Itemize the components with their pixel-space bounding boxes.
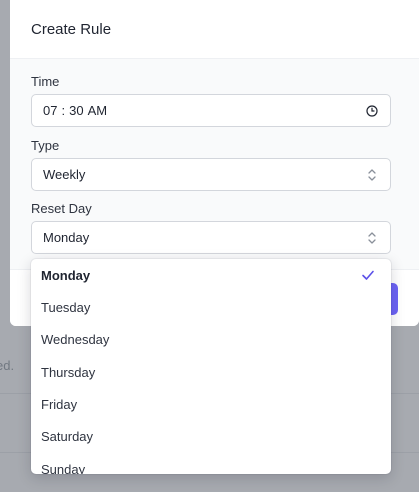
- option-label: Monday: [41, 267, 91, 283]
- option-wednesday[interactable]: Wednesday: [31, 323, 391, 355]
- time-label: Time: [31, 74, 60, 89]
- option-label: Wednesday: [41, 331, 110, 347]
- option-saturday[interactable]: Saturday: [31, 420, 391, 452]
- option-thursday[interactable]: Thursday: [31, 356, 391, 388]
- option-monday[interactable]: Monday: [31, 259, 391, 291]
- reset-day-label: Reset Day: [31, 201, 92, 216]
- option-label: Tuesday: [41, 299, 91, 315]
- option-tuesday[interactable]: Tuesday: [31, 291, 391, 323]
- modal-title: Create Rule: [31, 20, 112, 38]
- reset-day-dropdown: Monday Tuesday Wednesday Thursday Friday…: [31, 259, 391, 474]
- option-label: Sunday: [41, 461, 86, 475]
- time-period[interactable]: AM: [88, 103, 108, 118]
- type-select[interactable]: Weekly: [31, 158, 391, 191]
- option-label: Friday: [41, 396, 78, 412]
- reset-day-value: Monday: [43, 230, 90, 245]
- reset-day-select[interactable]: Monday: [31, 221, 391, 254]
- time-input[interactable]: 07:30 AM: [31, 94, 391, 127]
- chevron-updown-icon: [365, 168, 379, 182]
- time-value: 07:30 AM: [43, 103, 108, 118]
- modal-header: Create Rule: [10, 0, 419, 59]
- time-minute[interactable]: 30: [69, 103, 83, 118]
- type-value: Weekly: [43, 167, 86, 182]
- option-label: Thursday: [41, 364, 96, 380]
- chevron-updown-icon: [365, 231, 379, 245]
- option-friday[interactable]: Friday: [31, 388, 391, 420]
- option-label: Saturday: [41, 428, 94, 444]
- option-sunday[interactable]: Sunday: [31, 453, 391, 475]
- time-hour[interactable]: 07: [43, 103, 57, 118]
- clock-icon[interactable]: [365, 104, 379, 118]
- type-label: Type: [31, 138, 60, 153]
- check-icon: [361, 268, 375, 282]
